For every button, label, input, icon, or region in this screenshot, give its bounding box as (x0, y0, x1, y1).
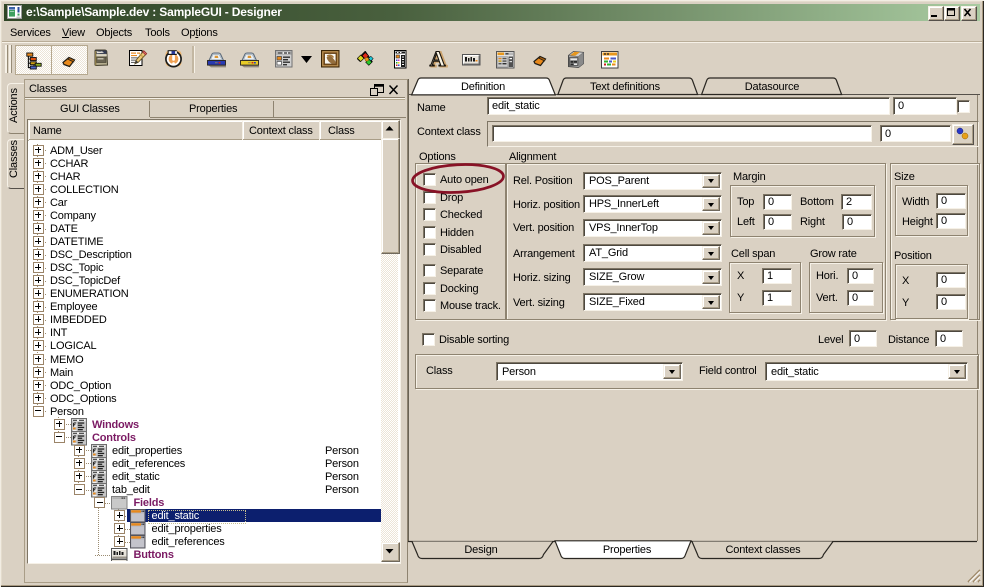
svg-text:A: A (430, 48, 446, 69)
